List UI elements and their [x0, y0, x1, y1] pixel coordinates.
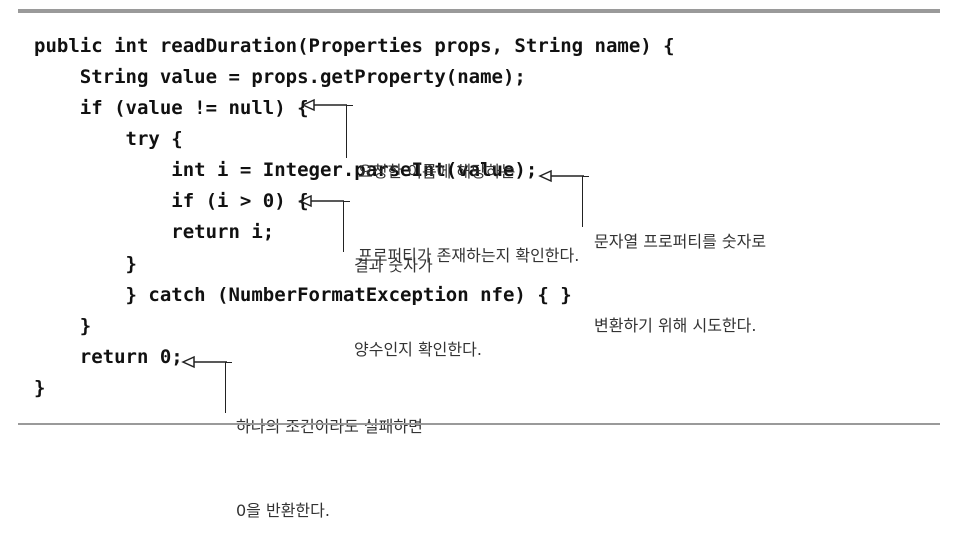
bottom-rule: [18, 423, 940, 425]
arrow-icon: [298, 194, 344, 208]
code-line: String value = props.getProperty(name);: [34, 66, 526, 88]
code-line: }: [34, 377, 46, 399]
annotation-line: 0을 반환한다.: [236, 501, 330, 520]
annotation-line: 문자열 프로퍼티를 숫자로: [594, 232, 767, 251]
annotation-line: 변환하기 위해 시도한다.: [594, 316, 757, 335]
code-line: }: [34, 315, 92, 337]
code-line: public int readDuration(Properties props…: [34, 35, 675, 57]
annotation-bracket: [582, 176, 589, 227]
code-line: return 0;: [34, 346, 183, 368]
annotation-bracket: [225, 362, 232, 413]
annotation-callout: 하나의 조건이라도 실패하면 0을 반환한다.: [236, 357, 423, 553]
code-line: }: [34, 253, 137, 275]
top-rule: [18, 9, 940, 13]
arrow-icon: [301, 98, 347, 112]
annotation-bracket: [343, 201, 350, 252]
code-line: if (i > 0) {: [34, 190, 309, 212]
annotation-line: 결과 숫자가: [354, 256, 433, 275]
code-line: if (value != null) {: [34, 97, 309, 119]
code-line: return i;: [34, 221, 275, 243]
arrow-icon: [538, 169, 584, 183]
annotation-line: 하나의 조건이라도 실패하면: [236, 417, 423, 436]
code-line: try {: [34, 128, 183, 150]
annotation-bracket: [346, 105, 353, 158]
annotation-callout: 문자열 프로퍼티를 숫자로 변환하기 위해 시도한다.: [594, 172, 766, 368]
arrow-icon: [181, 355, 227, 369]
